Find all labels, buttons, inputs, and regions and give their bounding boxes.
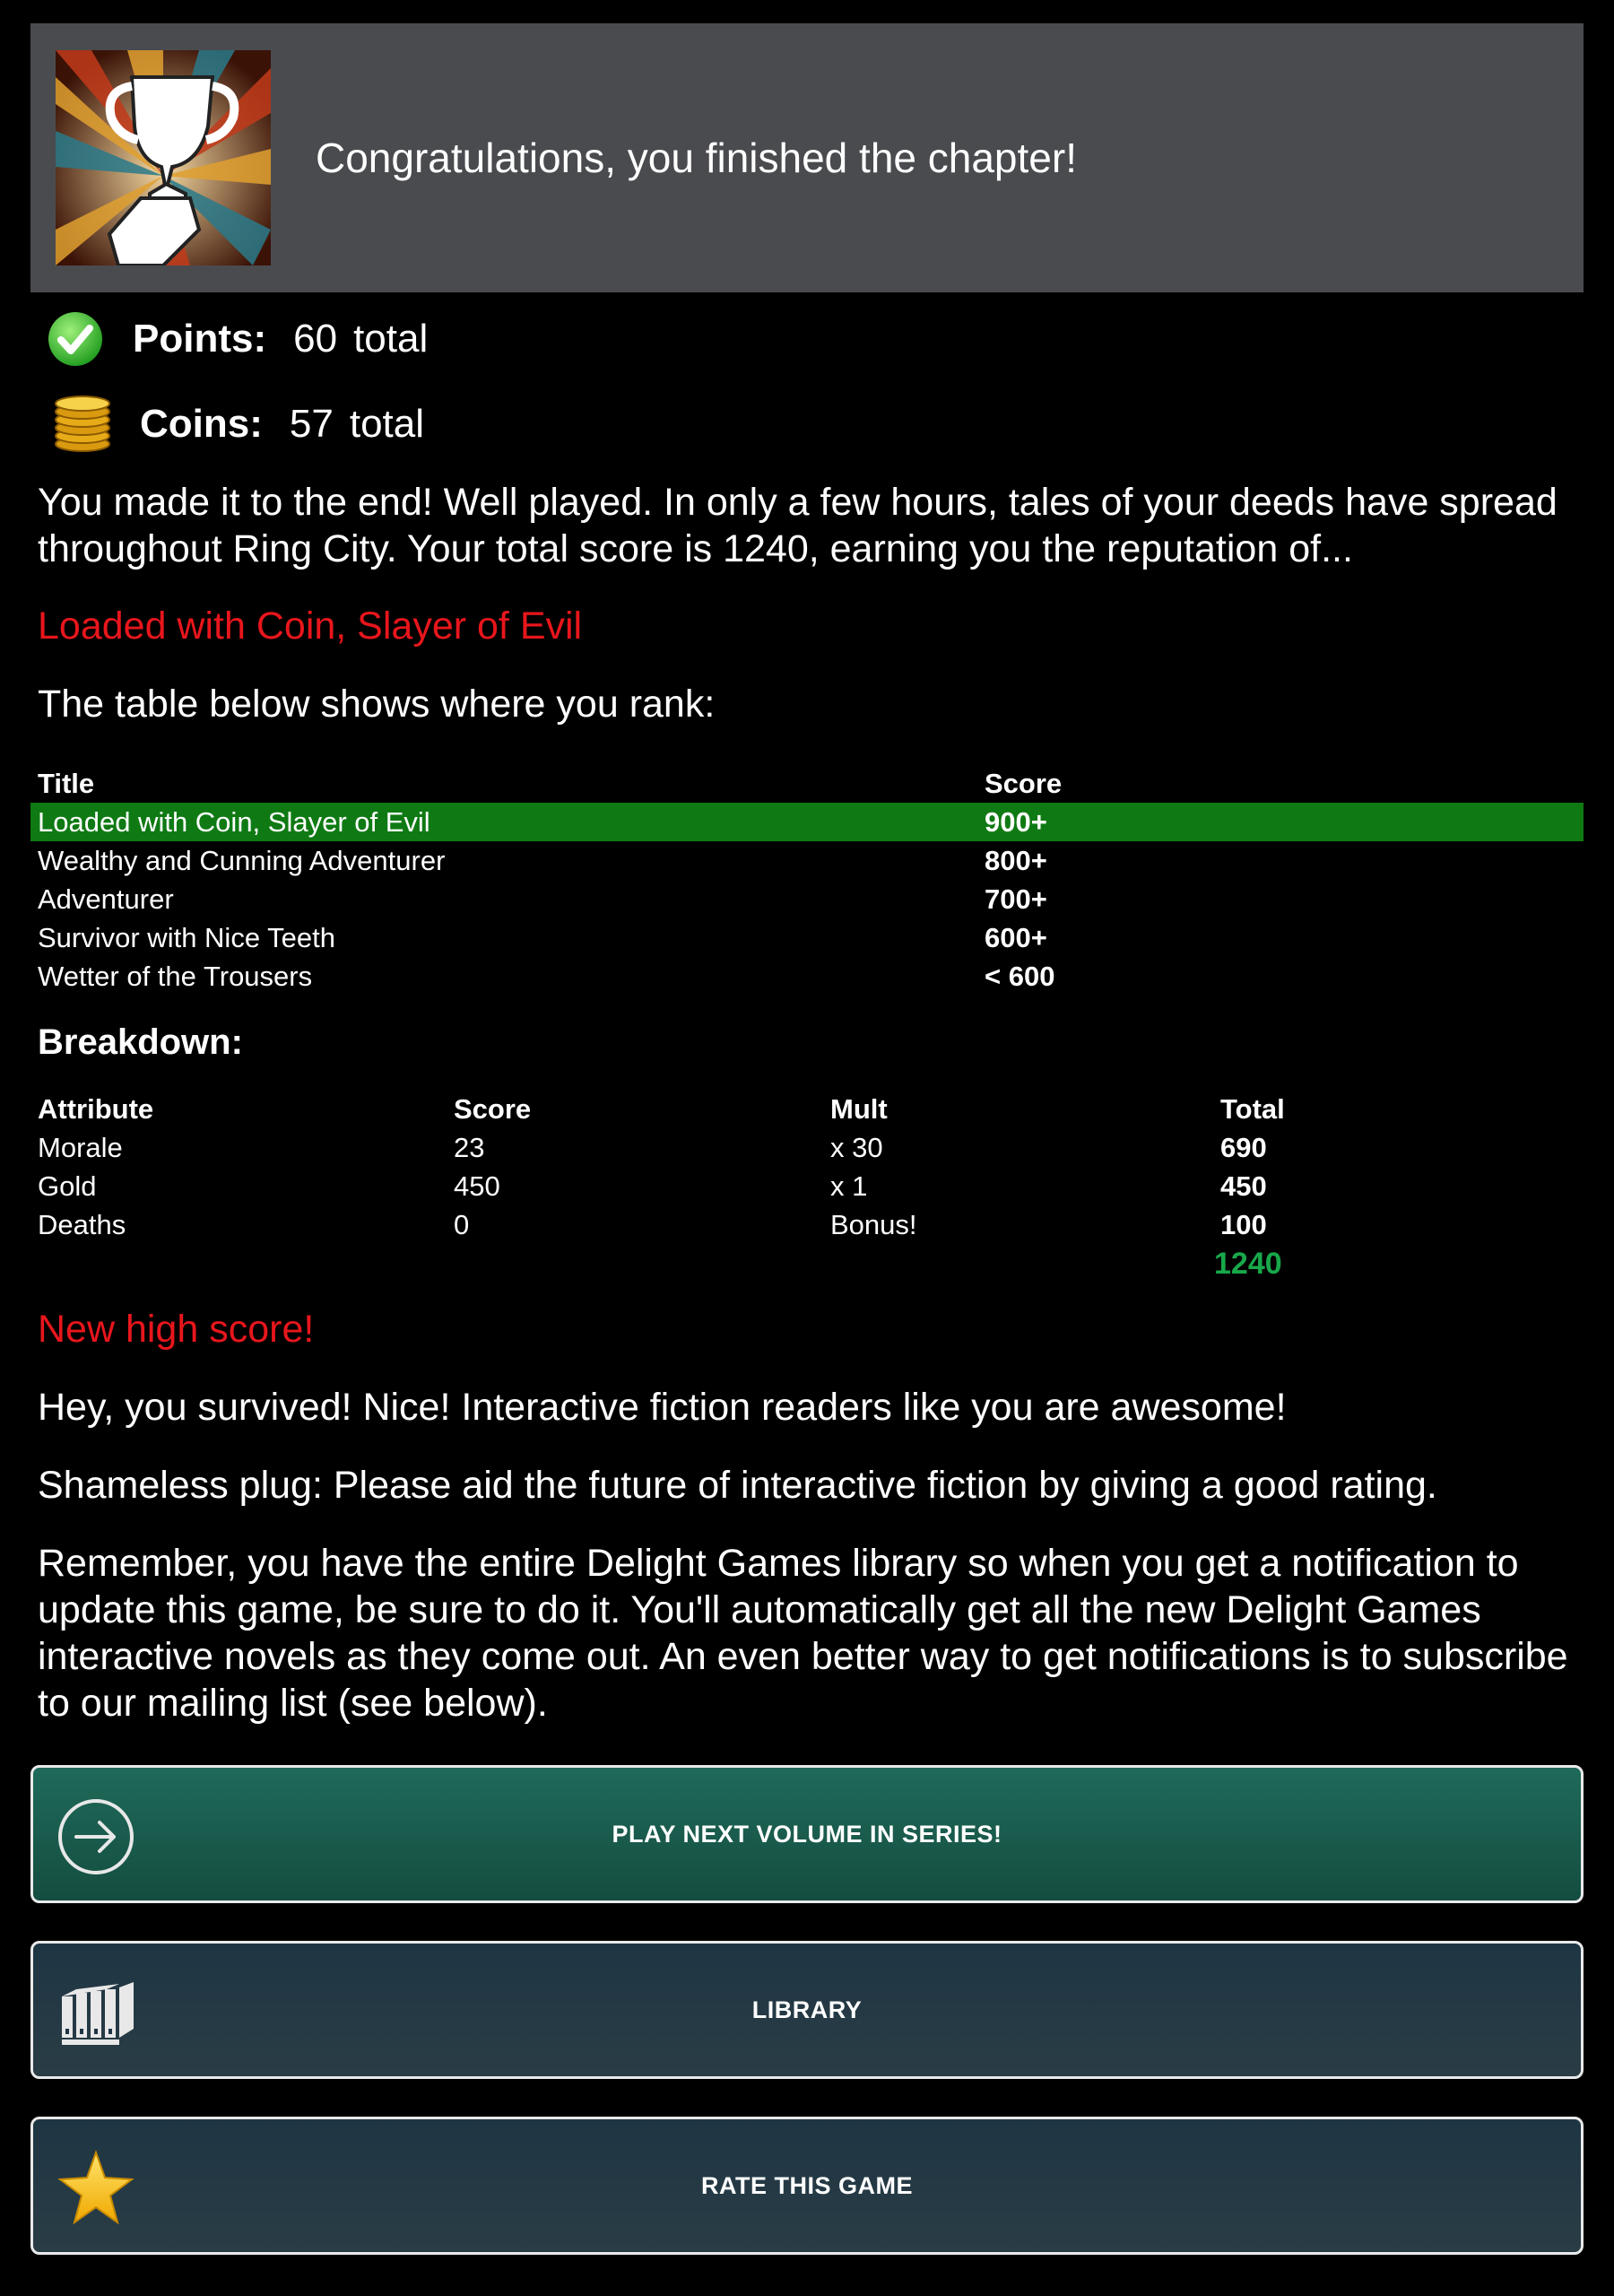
breakdown-table: Attribute Score Mult Total Morale 23 x 3… — [30, 1090, 1584, 1244]
books-icon — [56, 1973, 135, 2052]
breakdown-header-score: Score — [454, 1093, 532, 1125]
rank-intro: The table below shows where you rank: — [38, 683, 716, 726]
remember-text: Remember, you have the entire Delight Ga… — [38, 1542, 1568, 1725]
reputation-title: Loaded with Coin, Slayer of Evil — [38, 604, 583, 648]
rate-game-label: RATE THIS GAME — [701, 2171, 913, 2199]
rate-game-button[interactable]: RATE THIS GAME — [30, 2117, 1584, 2255]
rank-row: Survivor with Nice Teeth 600+ — [30, 918, 1584, 957]
breakdown-mult: Bonus! — [830, 1209, 917, 1240]
breakdown-score: 450 — [454, 1170, 500, 1202]
breakdown-mult: x 30 — [830, 1132, 883, 1163]
coins-label: Coins: — [140, 402, 263, 446]
rank-title: Wealthy and Cunning Adventurer — [38, 845, 446, 876]
page-title: Congratulations, you finished the chapte… — [316, 135, 1077, 181]
breakdown-total: 690 — [1220, 1132, 1267, 1163]
plug-text: Shameless plug: Please aid the future of… — [38, 1464, 1437, 1507]
breakdown-score: 23 — [454, 1132, 485, 1163]
coins-suffix: total — [349, 402, 425, 446]
rank-header-score: Score — [985, 768, 1063, 799]
breakdown-attribute: Deaths — [38, 1209, 126, 1240]
star-icon — [56, 2149, 135, 2228]
rank-score: < 600 — [985, 961, 1055, 992]
coins-stat: Coins: 57 total — [50, 393, 424, 456]
play-next-volume-label: PLAY NEXT VOLUME IN SERIES! — [612, 1820, 1002, 1848]
breakdown-attribute: Gold — [38, 1170, 97, 1202]
breakdown-title: Breakdown: — [38, 1022, 243, 1062]
breakdown-header: Attribute Score Mult Total — [30, 1090, 1584, 1128]
breakdown-header-total: Total — [1220, 1093, 1285, 1125]
rank-row: Wetter of the Trousers < 600 — [30, 957, 1584, 996]
points-suffix: total — [353, 317, 429, 361]
breakdown-row: Deaths 0 Bonus! 100 — [30, 1205, 1584, 1244]
points-value: 60 — [293, 317, 338, 361]
coins-icon — [50, 393, 115, 456]
play-next-volume-button[interactable]: PLAY NEXT VOLUME IN SERIES! — [30, 1765, 1584, 1903]
rank-header-title: Title — [38, 768, 95, 799]
coins-value: 57 — [289, 402, 334, 446]
intro-text: You made it to the end! Well played. In … — [38, 481, 1558, 570]
breakdown-header-mult: Mult — [830, 1093, 888, 1125]
survived-text: Hey, you survived! Nice! Interactive fic… — [38, 1386, 1287, 1429]
library-button[interactable]: LIBRARY — [30, 1941, 1584, 2079]
rank-row: Adventurer 700+ — [30, 880, 1584, 918]
rank-score: 800+ — [985, 845, 1047, 876]
high-score-text: New high score! — [38, 1308, 315, 1351]
arrow-circle-right-icon — [56, 1797, 135, 1876]
breakdown-total: 100 — [1220, 1209, 1267, 1240]
chapter-complete-header: Congratulations, you finished the chapte… — [30, 23, 1584, 292]
rank-score: 700+ — [985, 883, 1047, 915]
breakdown-row: Morale 23 x 30 690 — [30, 1128, 1584, 1167]
breakdown-mult: x 1 — [830, 1170, 868, 1202]
rank-title: Adventurer — [38, 883, 174, 915]
trophy-icon — [56, 50, 271, 265]
rank-table: Title Score Loaded with Coin, Slayer of … — [30, 764, 1584, 996]
breakdown-attribute: Morale — [38, 1132, 123, 1163]
points-stat: Points: 60 total — [43, 308, 428, 370]
breakdown-header-attribute: Attribute — [38, 1093, 154, 1125]
rank-score: 600+ — [985, 922, 1047, 953]
rank-row-highlighted: Loaded with Coin, Slayer of Evil 900+ — [30, 803, 1584, 841]
rank-score: 900+ — [985, 806, 1047, 838]
rank-row: Wealthy and Cunning Adventurer 800+ — [30, 841, 1584, 880]
rank-title: Wetter of the Trousers — [38, 961, 313, 992]
rank-table-header: Title Score — [30, 764, 1584, 803]
library-label: LIBRARY — [751, 1996, 863, 2023]
rank-title: Loaded with Coin, Slayer of Evil — [38, 806, 430, 838]
points-label: Points: — [133, 317, 267, 361]
breakdown-row: Gold 450 x 1 450 — [30, 1167, 1584, 1205]
breakdown-total: 450 — [1220, 1170, 1267, 1202]
breakdown-score: 0 — [454, 1209, 470, 1240]
rank-title: Survivor with Nice Teeth — [38, 922, 335, 953]
grand-total: 1240 — [1214, 1247, 1282, 1281]
checkmark-icon — [43, 308, 108, 370]
